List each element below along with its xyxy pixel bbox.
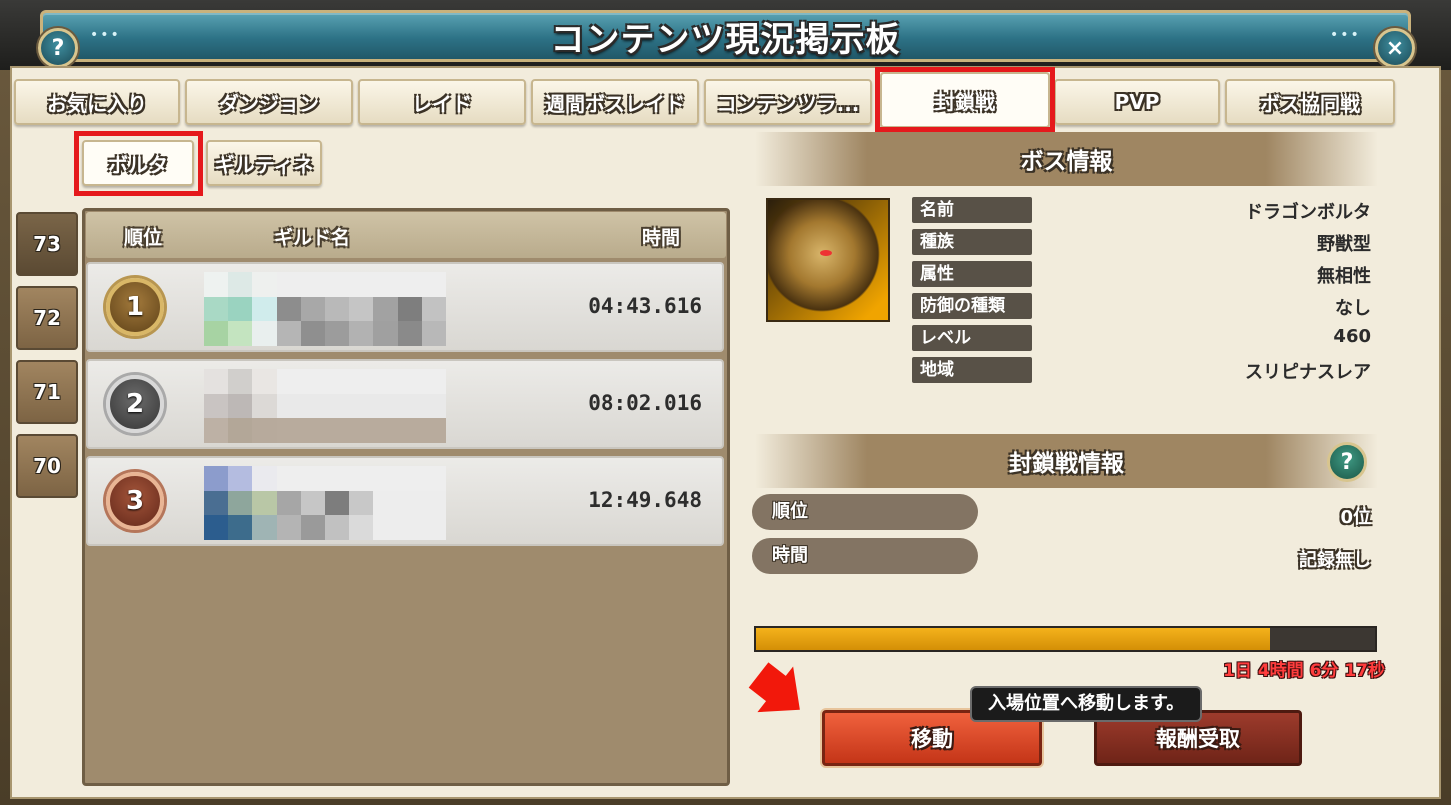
blockade-info-header: 封鎖戦情報 bbox=[755, 434, 1378, 488]
boss-region-value: スリピナスレア bbox=[1245, 362, 1371, 383]
silver-medal-icon: 2 bbox=[106, 375, 164, 433]
subtab-giltine[interactable]: ギルティネ bbox=[206, 140, 322, 186]
bronze-medal-icon: 3 bbox=[106, 472, 164, 530]
remaining-time-text: 1日 4時間 6分 17秒 bbox=[1223, 661, 1385, 681]
level-tab-71[interactable]: 71 bbox=[16, 360, 78, 424]
tab-content-ranking[interactable]: コンテンツラ... bbox=[704, 79, 872, 125]
clear-time: 12:49.648 bbox=[588, 488, 702, 512]
boss-level-label: レベル bbox=[912, 325, 1032, 351]
boss-race-value: 野獣型 bbox=[1317, 234, 1371, 255]
header-time: 時間 bbox=[642, 227, 681, 249]
tab-boss-coop[interactable]: ボス協同戦 bbox=[1225, 79, 1395, 125]
boss-armor-label: 防御の種類 bbox=[912, 293, 1032, 319]
my-rank-label: 順位 bbox=[752, 494, 978, 530]
boss-race-label: 種族 bbox=[912, 229, 1032, 255]
guild-name-mosaic bbox=[204, 369, 446, 443]
header-guild: ギルド名 bbox=[274, 227, 351, 249]
guild-name-mosaic bbox=[204, 466, 446, 540]
tab-dungeon[interactable]: ダンジョン bbox=[185, 79, 353, 125]
ranking-row[interactable]: 2 08:02.016 bbox=[86, 359, 724, 449]
subtab-volta[interactable]: ボルタ bbox=[82, 140, 194, 186]
level-tab-70[interactable]: 70 bbox=[16, 434, 78, 498]
boss-portrait-eye bbox=[820, 250, 832, 256]
tab-favorites[interactable]: お気に入り bbox=[14, 79, 180, 125]
level-tab-73[interactable]: 73 bbox=[16, 212, 78, 276]
red-arrow-icon bbox=[748, 662, 800, 713]
remaining-time-fill bbox=[756, 628, 1270, 650]
boss-name-label: 名前 bbox=[912, 197, 1032, 223]
boss-attribute-value: 無相性 bbox=[1317, 266, 1371, 287]
header-rank: 順位 bbox=[124, 227, 163, 249]
remaining-time-bar bbox=[754, 626, 1377, 652]
window-title: コンテンツ現況掲示板 bbox=[550, 20, 901, 60]
boss-armor-value: なし bbox=[1335, 298, 1371, 319]
tab-blockade[interactable]: 封鎖戦 bbox=[880, 72, 1050, 128]
guild-name-mosaic bbox=[204, 272, 446, 346]
boss-portrait bbox=[766, 198, 890, 322]
boss-region-label: 地域 bbox=[912, 357, 1032, 383]
ranking-row[interactable]: 3 12:49.648 bbox=[86, 456, 724, 546]
boss-name-value: ドラゴンボルタ bbox=[1245, 202, 1371, 223]
tab-weekly-boss-raid[interactable]: 週間ボスレイド bbox=[531, 79, 699, 125]
level-tab-72[interactable]: 72 bbox=[16, 286, 78, 350]
gold-medal-icon: 1 bbox=[106, 278, 164, 336]
tab-raid[interactable]: レイド bbox=[358, 79, 526, 125]
boss-attribute-label: 属性 bbox=[912, 261, 1032, 287]
tab-pvp[interactable]: PVP bbox=[1054, 79, 1220, 125]
blockade-help-icon[interactable]: ? bbox=[1327, 442, 1367, 482]
ranking-row[interactable]: 1 04:43.616 bbox=[86, 262, 724, 352]
clear-time: 08:02.016 bbox=[588, 391, 702, 415]
clear-time: 04:43.616 bbox=[588, 294, 702, 318]
move-tooltip: 入場位置へ移動します。 bbox=[970, 686, 1203, 722]
my-time-value: 記録無し bbox=[1299, 550, 1371, 571]
my-time-label: 時間 bbox=[752, 538, 978, 574]
ranking-header: 順位 ギルド名 時間 bbox=[86, 212, 726, 258]
boss-level-value: 460 bbox=[1333, 326, 1371, 347]
content-status-window: ••• ••• コンテンツ現況掲示板 ? × お気に入り ダンジョン レイド 週… bbox=[0, 0, 1451, 805]
help-icon[interactable]: ? bbox=[38, 28, 78, 68]
close-icon[interactable]: × bbox=[1375, 28, 1415, 68]
boss-info-header: ボス情報 bbox=[755, 132, 1378, 186]
my-rank-value: 0位 bbox=[1340, 507, 1371, 528]
